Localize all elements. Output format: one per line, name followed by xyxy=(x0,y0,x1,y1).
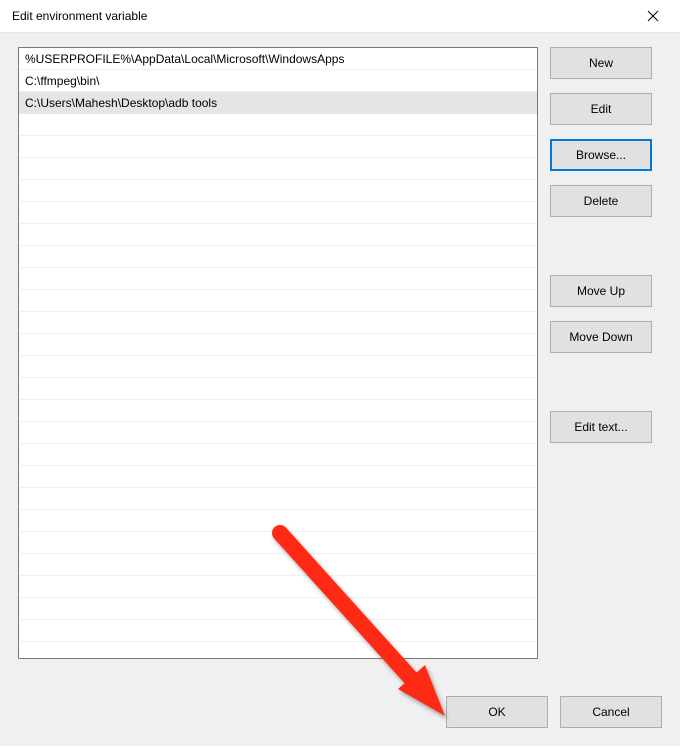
content-row: %USERPROFILE%\AppData\Local\Microsoft\Wi… xyxy=(18,47,662,659)
move-down-button[interactable]: Move Down xyxy=(550,321,652,353)
ok-button[interactable]: OK xyxy=(446,696,548,728)
bottom-buttons: OK Cancel xyxy=(446,696,662,728)
path-row[interactable] xyxy=(19,158,537,180)
window-title: Edit environment variable xyxy=(12,9,147,23)
cancel-button[interactable]: Cancel xyxy=(560,696,662,728)
path-row[interactable]: %USERPROFILE%\AppData\Local\Microsoft\Wi… xyxy=(19,48,537,70)
path-row[interactable] xyxy=(19,488,537,510)
edit-text-button[interactable]: Edit text... xyxy=(550,411,652,443)
path-row[interactable]: C:\ffmpeg\bin\ xyxy=(19,70,537,92)
path-row[interactable] xyxy=(19,290,537,312)
path-row[interactable] xyxy=(19,268,537,290)
path-listbox[interactable]: %USERPROFILE%\AppData\Local\Microsoft\Wi… xyxy=(18,47,538,659)
move-up-button[interactable]: Move Up xyxy=(550,275,652,307)
path-row[interactable] xyxy=(19,510,537,532)
path-row[interactable] xyxy=(19,532,537,554)
path-row[interactable] xyxy=(19,466,537,488)
edit-button[interactable]: Edit xyxy=(550,93,652,125)
path-row[interactable] xyxy=(19,378,537,400)
path-row[interactable] xyxy=(19,202,537,224)
path-row[interactable] xyxy=(19,224,537,246)
path-row[interactable] xyxy=(19,620,537,642)
path-row[interactable]: C:\Users\Mahesh\Desktop\adb tools xyxy=(19,92,537,114)
path-row[interactable] xyxy=(19,180,537,202)
close-button[interactable] xyxy=(634,2,672,30)
path-row[interactable] xyxy=(19,312,537,334)
path-row[interactable] xyxy=(19,356,537,378)
path-row[interactable] xyxy=(19,136,537,158)
path-row[interactable] xyxy=(19,400,537,422)
new-button[interactable]: New xyxy=(550,47,652,79)
dialog-body: %USERPROFILE%\AppData\Local\Microsoft\Wi… xyxy=(0,32,680,746)
delete-button[interactable]: Delete xyxy=(550,185,652,217)
side-buttons: New Edit Browse... Delete Move Up Move D… xyxy=(550,47,652,659)
titlebar: Edit environment variable xyxy=(0,0,680,32)
path-row[interactable] xyxy=(19,334,537,356)
path-row[interactable] xyxy=(19,114,537,136)
close-icon xyxy=(647,10,659,22)
path-row[interactable] xyxy=(19,554,537,576)
path-row[interactable] xyxy=(19,246,537,268)
browse-button[interactable]: Browse... xyxy=(550,139,652,171)
path-row[interactable] xyxy=(19,598,537,620)
path-row[interactable] xyxy=(19,422,537,444)
path-row[interactable] xyxy=(19,576,537,598)
path-row[interactable] xyxy=(19,444,537,466)
